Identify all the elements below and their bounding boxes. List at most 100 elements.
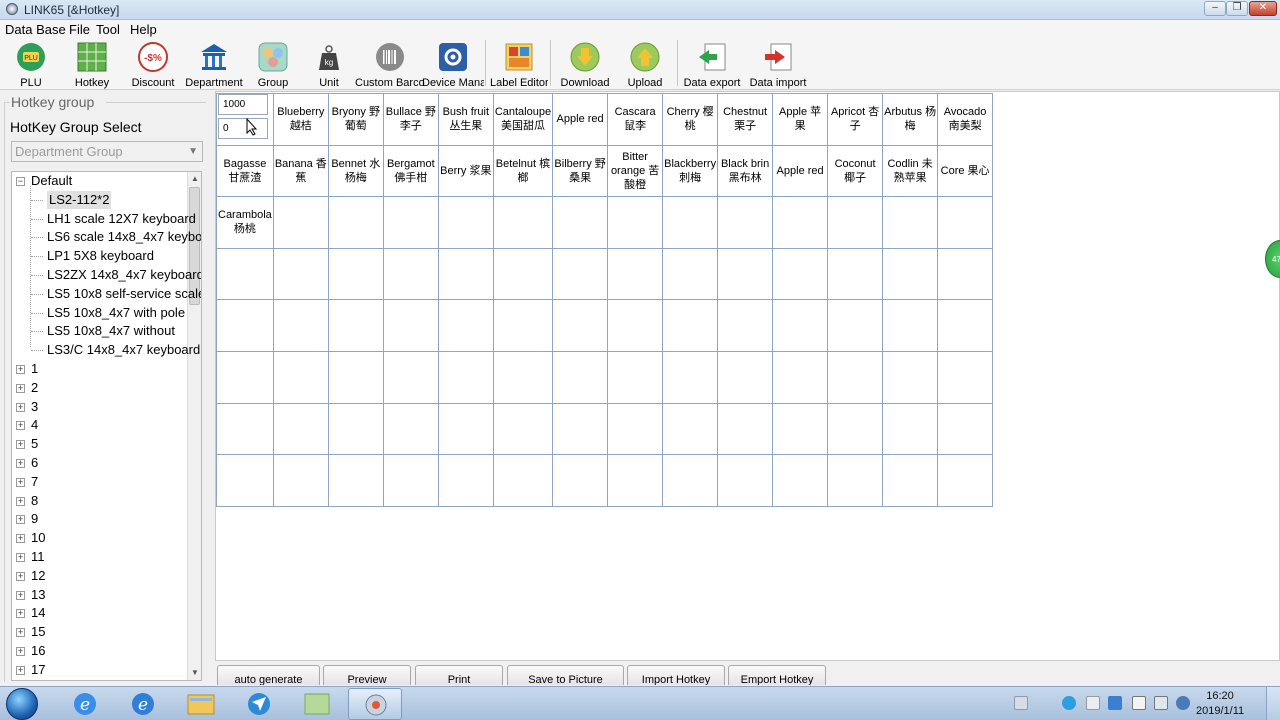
action-center-tray-icon[interactable]: [1132, 696, 1146, 710]
upload-button[interactable]: Upload: [620, 40, 670, 90]
hotkey-cell[interactable]: [437, 454, 494, 507]
menu-help[interactable]: Help: [130, 22, 157, 37]
volume-tray-icon[interactable]: [1154, 696, 1168, 710]
hotkey-cell[interactable]: [717, 350, 774, 404]
hotkey-cell[interactable]: [937, 454, 994, 507]
hotkey-cell[interactable]: Bagasse 甘蔗渣: [216, 144, 274, 198]
hotkey-cell[interactable]: [437, 299, 494, 352]
hotkey-cell[interactable]: [327, 402, 384, 456]
hotkey-cell[interactable]: [662, 402, 719, 456]
hotkey-cell[interactable]: [272, 299, 329, 352]
tree-group-item[interactable]: 15: [31, 623, 45, 641]
tree-hotkey-layout-item[interactable]: LS5 10x8 self-service scale: [47, 285, 201, 303]
preview-button[interactable]: Preview: [323, 665, 411, 685]
discount-button[interactable]: -$% Discount: [128, 40, 178, 90]
import-hotkey-button[interactable]: Import Hotkey: [627, 665, 725, 685]
minimize-button[interactable]: –: [1204, 1, 1226, 16]
hotkey-cell[interactable]: [937, 196, 994, 249]
tree-expand-icon[interactable]: +: [16, 647, 25, 656]
tree-expand-icon[interactable]: +: [16, 477, 25, 487]
key-offset-input[interactable]: 0: [218, 118, 268, 139]
hotkey-cell[interactable]: [607, 402, 664, 456]
keyboard-tray-icon[interactable]: [1014, 696, 1028, 710]
hotkey-cell[interactable]: [827, 299, 884, 352]
hotkey-cell[interactable]: Apple 苹果: [772, 93, 829, 146]
hotkey-cell[interactable]: [437, 196, 494, 249]
tree-expand-icon[interactable]: +: [16, 459, 25, 468]
hotkey-cell[interactable]: [492, 454, 554, 507]
hotkey-cell[interactable]: [382, 299, 439, 352]
hotkey-cell[interactable]: Carambola 杨桃: [216, 196, 274, 249]
tree-expand-icon[interactable]: +: [16, 628, 25, 638]
tree-group-item[interactable]: 2: [31, 379, 38, 397]
hotkey-cell[interactable]: [772, 299, 829, 352]
show-desktop-button[interactable]: [1266, 687, 1280, 720]
hotkey-cell[interactable]: Bergamot 佛手柑: [382, 144, 439, 198]
hotkey-cell[interactable]: [662, 454, 719, 507]
hotkey-cell[interactable]: [607, 247, 664, 301]
hotkey-cell[interactable]: Core 果心: [937, 144, 994, 198]
hotkey-cell[interactable]: Bryony 野葡萄: [327, 93, 384, 146]
hotkey-cell[interactable]: [717, 454, 774, 507]
hotkey-cell[interactable]: Bitter orange 苦酸橙: [607, 144, 664, 198]
department-group-combo[interactable]: Department Group ▼: [11, 141, 203, 162]
hotkey-cell[interactable]: [772, 350, 829, 404]
hotkey-cell[interactable]: [662, 299, 719, 352]
network-tray-icon[interactable]: [1176, 696, 1190, 710]
hotkey-cell[interactable]: [937, 402, 994, 456]
hotkey-cell[interactable]: [882, 247, 939, 301]
tree-expand-icon[interactable]: +: [16, 609, 25, 619]
hotkey-cell[interactable]: [607, 299, 664, 352]
hotkey-cell[interactable]: Blueberry 越桔: [272, 93, 329, 146]
hotkey-cell[interactable]: [772, 454, 829, 507]
tree-group-item[interactable]: 1: [31, 360, 38, 378]
hotkey-cell[interactable]: [492, 402, 554, 456]
taskbar-app-bird-icon[interactable]: [232, 688, 286, 720]
tree-group-item[interactable]: 16: [31, 642, 45, 660]
hotkey-group-tree[interactable]: ▲ ▼ − Default LS2-112*2 LH1 scale 12X7 keyb…: [11, 171, 202, 681]
hotkey-cell[interactable]: [717, 402, 774, 456]
scroll-up-icon[interactable]: ▲: [188, 172, 201, 186]
hotkey-cell[interactable]: [272, 196, 329, 249]
hotkey-cell[interactable]: [717, 247, 774, 301]
tree-hotkey-layout-item[interactable]: LS2ZX 14x8_4x7 keyboard: [47, 266, 201, 284]
hotkey-cell[interactable]: [327, 454, 384, 507]
hotkey-cell[interactable]: [216, 247, 274, 301]
hotkey-cell[interactable]: [382, 196, 439, 249]
hotkey-cell[interactable]: [662, 350, 719, 404]
print-button[interactable]: Print: [415, 665, 503, 685]
tree-expand-icon[interactable]: +: [16, 553, 25, 562]
hotkey-cell[interactable]: [827, 196, 884, 249]
tree-collapse-icon[interactable]: −: [16, 177, 25, 186]
hotkey-cell[interactable]: Bennet 水杨梅: [327, 144, 384, 198]
hotkey-cell[interactable]: [827, 350, 884, 404]
tree-expand-icon[interactable]: +: [16, 515, 25, 525]
hotkey-cell[interactable]: Codlin 未熟苹果: [882, 144, 939, 198]
app-tray-icon[interactable]: [1086, 696, 1100, 710]
hotkey-cell[interactable]: [327, 247, 384, 301]
hotkey-cell[interactable]: [552, 350, 609, 404]
tree-expand-icon[interactable]: +: [16, 534, 25, 544]
tree-expand-icon[interactable]: +: [16, 402, 25, 412]
tree-group-item[interactable]: 13: [31, 586, 45, 604]
hotkey-cell[interactable]: [772, 196, 829, 249]
menu-tool[interactable]: Tool: [96, 22, 120, 37]
tree-group-item[interactable]: 12: [31, 567, 45, 585]
hotkey-cell[interactable]: [437, 350, 494, 404]
tree-group-item[interactable]: 9: [31, 510, 38, 528]
emport-hotkey-button[interactable]: Emport Hotkey: [728, 665, 826, 685]
hotkey-cell[interactable]: Blackberry 刺梅: [662, 144, 719, 198]
download-button[interactable]: Download: [558, 40, 612, 90]
save-to-picture-button[interactable]: Save to Picture: [507, 665, 624, 685]
hotkey-cell[interactable]: [216, 454, 274, 507]
tree-expand-icon[interactable]: +: [16, 496, 25, 506]
hotkey-cell[interactable]: Apricot 杏子: [827, 93, 884, 146]
taskbar-app-note-icon[interactable]: [290, 688, 344, 720]
hotkey-cell[interactable]: [437, 402, 494, 456]
menu-database[interactable]: Data Base: [5, 22, 66, 37]
hotkey-cell[interactable]: Apple red: [772, 144, 829, 198]
hotkey-cell[interactable]: [937, 350, 994, 404]
tree-group-item[interactable]: 8: [31, 492, 38, 510]
device-manage-button[interactable]: Device Manage: [422, 40, 484, 90]
hotkey-cell[interactable]: [607, 196, 664, 249]
